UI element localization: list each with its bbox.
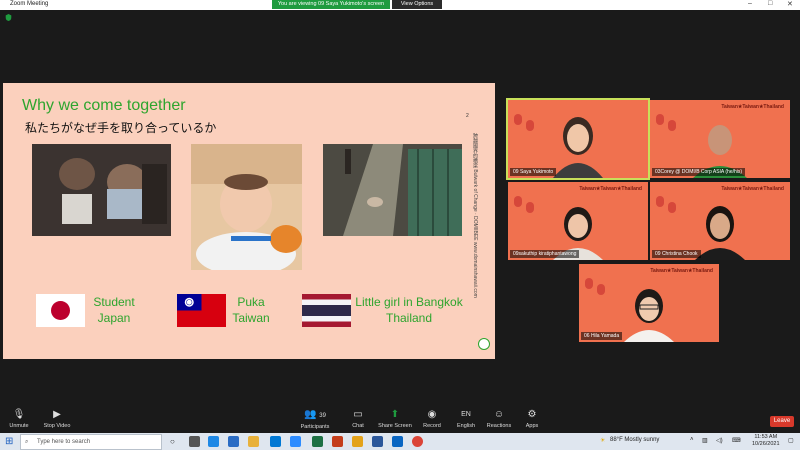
slide-subtitle: 私たちがなぜ手を取り合っているか <box>25 121 217 135</box>
participant-name: 09sakuthip kiratiphantawong <box>510 250 580 258</box>
store-icon[interactable] <box>228 436 239 447</box>
edge-icon[interactable] <box>208 436 219 447</box>
english-label: English <box>456 423 476 429</box>
weather-icon: ☀ <box>600 438 606 444</box>
share-screen-label: Share Screen <box>378 423 412 429</box>
task-view-icon[interactable] <box>189 436 200 447</box>
video-tile-sakuthip[interactable]: Taiwan★Taiwan★Thailand 09sakuthip kirati… <box>508 182 648 260</box>
notifications-icon[interactable]: ▢ <box>788 437 794 444</box>
lantern-icon <box>526 120 534 131</box>
lantern-icon <box>656 196 664 207</box>
video-tile-corey[interactable]: Taiwan★Taiwan★Thailand 03Corey @ DOMI/B … <box>650 100 790 178</box>
bangkok-street-photo <box>323 144 462 236</box>
search-icon: ⌕ <box>25 439 29 445</box>
caption-student: Student Japan <box>83 294 145 326</box>
caption-line-2: Japan <box>97 311 131 325</box>
slide-side-text: 跨越國界的橋梁 Bulwark of Change · DOMIIBEE www… <box>472 133 478 298</box>
taskbar-search-input[interactable]: ⌕ Type here to search <box>20 434 162 450</box>
student-photo <box>32 144 171 236</box>
video-tile-christina[interactable]: Taiwan★Taiwan★Thailand 09 Christina Choo… <box>650 182 790 260</box>
window-title: Zoom Meeting <box>10 1 49 7</box>
minimize-icon[interactable]: – <box>748 0 752 7</box>
participant-avatar <box>624 289 674 342</box>
cortana-icon[interactable]: ○ <box>170 437 181 448</box>
shared-slide: Why we come together 私たちがなぜ手を取り合っているか 2 … <box>3 83 495 359</box>
caption-line-1: Little girl in Bangkok <box>355 295 463 309</box>
chat-label: Chat <box>352 423 364 429</box>
participants-count: 39 <box>319 413 326 419</box>
lantern-icon <box>585 278 593 289</box>
view-options-button[interactable]: View Options <box>392 0 442 9</box>
participants-icon: 👥 39 <box>304 409 326 420</box>
input-method-icon[interactable]: ⌨ <box>732 437 741 444</box>
tile-banner: Taiwan★Taiwan★Thailand <box>721 104 784 110</box>
tile-banner: Taiwan★Taiwan★Thailand <box>650 268 713 274</box>
windows-start-icon[interactable]: ⊞ <box>5 436 13 447</box>
participants-button[interactable]: 👥 39 Participants <box>292 409 338 430</box>
taiwan-flag <box>177 294 226 327</box>
apps-button[interactable]: ⚙ Apps <box>509 409 555 429</box>
weather-text[interactable]: 88°F Mostly sunny <box>610 437 659 443</box>
file-explorer-icon[interactable] <box>248 436 259 447</box>
app-icon[interactable] <box>392 436 403 447</box>
japan-flag <box>36 294 85 327</box>
participant-name: 09 Saya Yukimoto <box>510 168 557 176</box>
mail-icon[interactable] <box>270 436 281 447</box>
video-camera-icon: ▶ <box>53 409 61 420</box>
slide-logo <box>478 338 490 350</box>
meeting-toolbar: 🎙 Unmute ▶ Stop Video 👥 39 Participants … <box>0 406 800 433</box>
security-shield-icon[interactable] <box>5 14 12 21</box>
sticky-notes-icon[interactable] <box>352 436 363 447</box>
excel-icon[interactable] <box>312 436 323 447</box>
taskbar-clock[interactable]: 11:53 AM 10/26/2021 <box>752 434 780 448</box>
apps-icon: ⚙ <box>527 409 537 420</box>
apps-label: Apps <box>525 423 539 429</box>
reactions-label: Reactions <box>486 423 512 429</box>
baby-photo <box>191 144 302 270</box>
caption-line-1: Puka <box>237 295 265 309</box>
powerpoint-icon[interactable] <box>332 436 343 447</box>
tile-banner: Taiwan★Taiwan★Thailand <box>721 186 784 192</box>
leave-button[interactable]: Leave <box>770 416 794 427</box>
unmute-label: Unmute <box>9 423 29 429</box>
tile-banner: Taiwan★Taiwan★Thailand <box>579 186 642 192</box>
windows-taskbar: ⊞ ⌕ Type here to search ○ ☀ 88°F Mostly … <box>0 433 800 450</box>
lantern-icon <box>668 202 676 213</box>
participants-label: Participants <box>300 424 330 430</box>
record-label: Record <box>423 423 441 429</box>
lantern-icon <box>514 196 522 207</box>
participant-name: 06 Hila Yamada <box>581 332 623 340</box>
caption-line-2: Thailand <box>385 311 433 325</box>
lantern-icon <box>656 114 664 125</box>
caption-line-2: Taiwan <box>232 311 270 325</box>
word-icon[interactable] <box>372 436 383 447</box>
lantern-icon <box>514 114 522 125</box>
video-tile-saya[interactable]: 09 Saya Yukimoto <box>506 98 650 180</box>
caption-bangkok: Little girl in Bangkok Thailand <box>349 294 469 326</box>
slide-title: Why we come together <box>22 97 186 114</box>
lantern-icon <box>668 120 676 131</box>
tray-arrow-icon[interactable]: ˄ <box>690 437 694 443</box>
clock-date: 10/26/2021 <box>752 441 780 447</box>
stop-video-label: Stop Video <box>43 423 71 429</box>
clock-time: 11:53 AM <box>754 434 778 440</box>
screen-share-banner: You are viewing 09 Saya Yukimoto's scree… <box>272 0 390 9</box>
search-placeholder: Type here to search <box>37 439 91 445</box>
chrome-icon[interactable] <box>412 436 423 447</box>
thailand-flag <box>302 294 351 327</box>
slide-page-number: 2 <box>466 113 469 119</box>
caption-puka: Puka Taiwan <box>224 294 278 326</box>
video-tile-hila[interactable]: Taiwan★Taiwan★Thailand 06 Hila Yamada <box>579 264 719 342</box>
stop-video-button[interactable]: ▶ Stop Video <box>34 409 80 429</box>
maximize-icon[interactable]: □ <box>768 0 772 7</box>
lantern-icon <box>526 202 534 213</box>
close-icon[interactable]: ✕ <box>787 0 793 8</box>
caption-line-1: Student <box>93 295 135 309</box>
participant-name: 03Corey @ DOMI/B Corp ASIA (he/his) <box>652 168 746 176</box>
participant-name: 09 Christina Chook <box>652 250 701 258</box>
zoom-icon[interactable] <box>290 436 301 447</box>
volume-icon[interactable]: ◁) <box>716 437 723 444</box>
network-icon[interactable]: ▥ <box>702 437 708 444</box>
lantern-icon <box>597 284 605 295</box>
